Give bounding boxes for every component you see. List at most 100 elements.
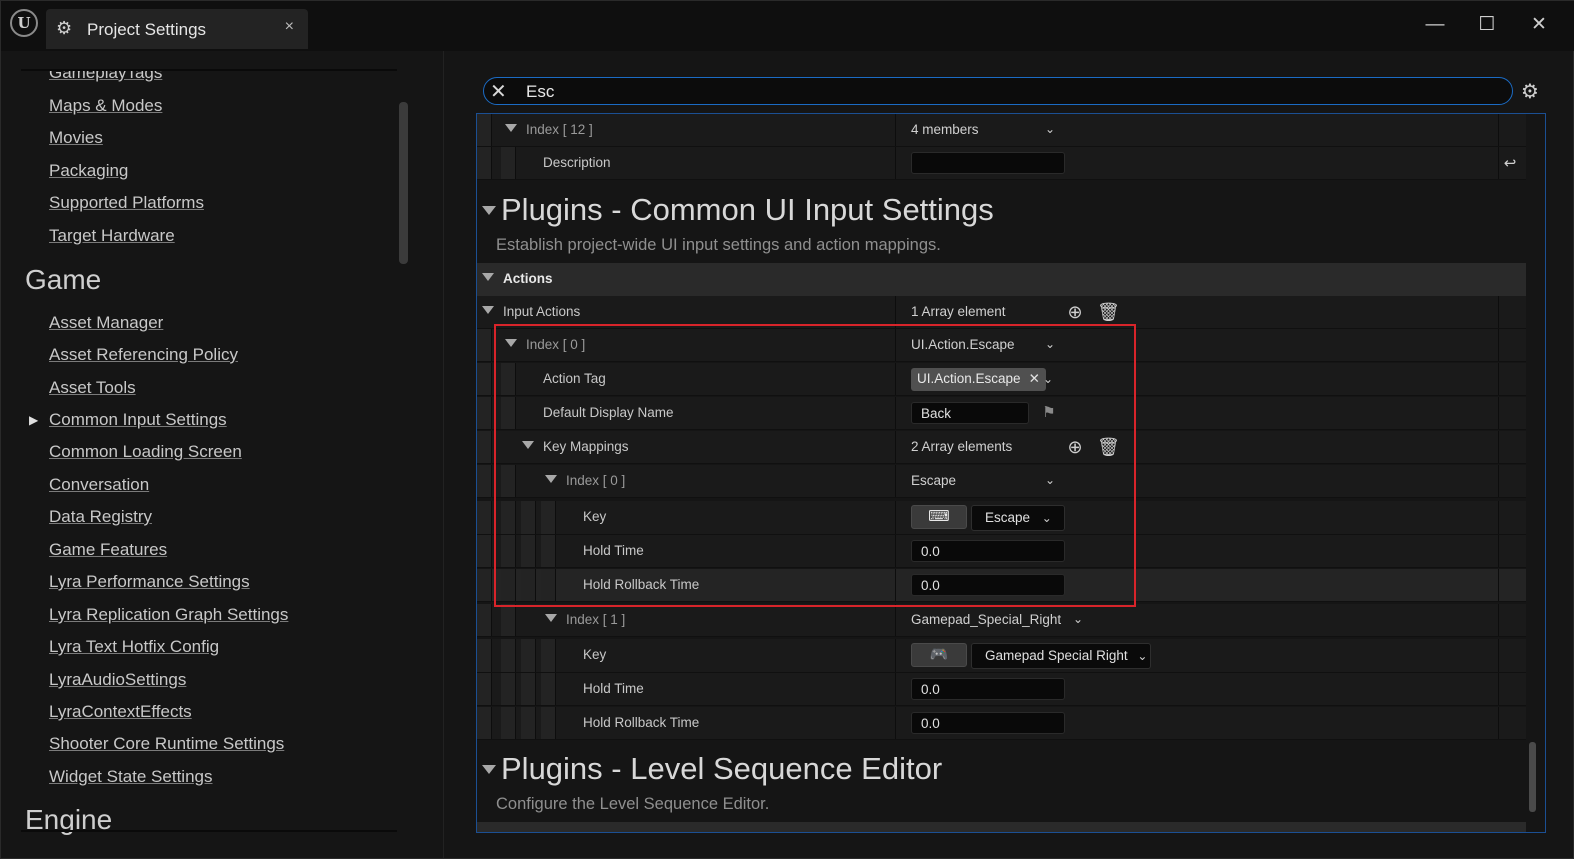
input-actions-expand-icon[interactable] [482, 306, 494, 314]
property-row-km1-key: Key 🎮 Gamepad Special Right ⌄ [477, 639, 1526, 673]
sidebar-item-lyracontexteffects[interactable]: LyraContextEffects [49, 702, 192, 722]
km-index1-dropdown-chevron-icon[interactable]: ⌄ [1073, 612, 1083, 626]
unreal-logo-icon: U [10, 9, 38, 37]
km1-key-selector[interactable]: Gamepad Special Right ⌄ [971, 643, 1151, 669]
sidebar-bottom-divider [21, 830, 397, 832]
tab-close-icon[interactable]: × [285, 18, 294, 36]
sidebar-scrollbar[interactable] [399, 102, 408, 264]
action-tag-chip[interactable]: UI.Action.Escape ✕ [911, 368, 1046, 391]
section-title-level-sequence: Plugins - Level Sequence Editor [501, 751, 943, 786]
sidebar-item-asset-tools[interactable]: Asset Tools [49, 378, 136, 398]
category-actions-label: Actions [503, 271, 553, 286]
property-row-default-display-name: Default Display Name Back ⚑ [477, 397, 1526, 430]
property-row-action-tag: Action Tag UI.Action.Escape ✕ ⌄ [477, 363, 1526, 396]
km1-hold-time-field[interactable]: 0.0 [911, 678, 1065, 700]
property-row-description: Description ↩ [477, 147, 1526, 180]
sidebar-item-asset-referencing-policy[interactable]: Asset Referencing Policy [49, 345, 238, 365]
settings-search-box[interactable]: ✕ [483, 77, 1513, 105]
km-index1-expand-icon[interactable] [545, 614, 557, 622]
description-field[interactable] [911, 152, 1065, 174]
sidebar-item-common-loading-screen[interactable]: Common Loading Screen [49, 442, 242, 462]
expand-triangle-icon[interactable] [505, 124, 517, 132]
property-row-km0-key: Key ⌨ Escape ⌄ [477, 501, 1526, 535]
property-row-km-index0: Index [ 0 ] Escape ⌄ [477, 465, 1526, 498]
clear-search-icon[interactable]: ✕ [490, 79, 507, 104]
property-row-km1-hold-time: Hold Time 0.0 [477, 673, 1526, 706]
property-row-key-mappings: Key Mappings 2 Array elements ⊕ 🗑 [477, 431, 1526, 464]
default-display-name-label: Default Display Name [543, 405, 674, 420]
index12-dropdown-chevron-icon[interactable]: ⌄ [1045, 122, 1055, 136]
km-index0-value[interactable]: Escape [911, 473, 956, 488]
km-index1-value[interactable]: Gamepad_Special_Right [911, 612, 1061, 627]
km1-rollback-field[interactable]: 0.0 [911, 712, 1065, 734]
search-input[interactable] [524, 80, 1488, 104]
sidebar-item-supported-platforms[interactable]: Supported Platforms [49, 193, 204, 213]
km0-hold-time-field[interactable]: 0.0 [911, 540, 1065, 562]
sidebar-item-movies[interactable]: Movies [49, 128, 103, 148]
km-index0-expand-icon[interactable] [545, 475, 557, 483]
delete-key-mappings-icon[interactable]: 🗑 [1097, 436, 1120, 458]
view-options-gear-icon[interactable]: ⚙ [1521, 79, 1539, 104]
km-index0-label: Index [ 0 ] [566, 473, 626, 488]
close-window-button[interactable]: ✕ [1524, 12, 1554, 38]
delete-all-icon[interactable]: 🗑 [1097, 301, 1120, 323]
action-tag-label: Action Tag [543, 371, 606, 386]
km1-key-label: Key [583, 647, 607, 662]
add-key-mapping-icon[interactable]: ⊕ [1064, 436, 1086, 458]
action-index0-label: Index [ 0 ] [526, 337, 586, 352]
default-display-name-field[interactable]: Back [911, 402, 1029, 424]
add-element-icon[interactable]: ⊕ [1064, 301, 1086, 323]
tag-dropdown-chevron-icon[interactable]: ⌄ [1043, 372, 1053, 386]
sidebar-section-game: Game [25, 264, 102, 295]
property-row-km0-rollback: Hold Rollback Time 0.0 [477, 569, 1526, 602]
details-scrollbar[interactable] [1529, 742, 1536, 812]
input-actions-label: Input Actions [503, 304, 581, 319]
sidebar-item-common-input-settings[interactable]: Common Input Settings [49, 410, 227, 430]
sidebar-item-gameplaytags[interactable]: GameplayTags [49, 69, 162, 83]
sidebar-item-widget-state-settings[interactable]: Widget State Settings [49, 767, 212, 787]
sidebar-item-lyra-text-hotfix-config[interactable]: Lyra Text Hotfix Config [49, 637, 219, 657]
gamepad-icon[interactable]: 🎮 [911, 643, 967, 667]
minimize-button[interactable]: — [1420, 12, 1450, 38]
sidebar-item-lyraaudiosettings[interactable]: LyraAudioSettings [49, 670, 186, 690]
category-collapse-icon[interactable] [482, 273, 494, 281]
km0-key-selector[interactable]: Escape ⌄ [971, 505, 1065, 531]
sidebar-item-maps-modes[interactable]: Maps & Modes [49, 96, 162, 116]
key-mappings-label: Key Mappings [543, 439, 629, 454]
sidebar-item-asset-manager[interactable]: Asset Manager [49, 313, 163, 333]
index12-value[interactable]: 4 members [911, 122, 979, 137]
sidebar-item-packaging[interactable]: Packaging [49, 161, 128, 181]
sidebar-item-lyra-performance-settings[interactable]: Lyra Performance Settings [49, 572, 250, 592]
action-index0-value[interactable]: UI.Action.Escape [911, 337, 1015, 352]
project-settings-window: U ⚙ Project Settings × — ☐ ✕ GameplayTag… [0, 0, 1574, 859]
section-desc-level-sequence: Configure the Level Sequence Editor. [496, 795, 770, 813]
sidebar-item-shooter-core-runtime-settings[interactable]: Shooter Core Runtime Settings [49, 734, 284, 754]
tab-project-settings[interactable]: ⚙ Project Settings × [46, 9, 308, 49]
index0-expand-icon[interactable] [505, 339, 517, 347]
category-actions[interactable]: Actions [477, 263, 1526, 296]
key-mappings-expand-icon[interactable] [522, 441, 534, 449]
maximize-button[interactable]: ☐ [1472, 12, 1502, 38]
sidebar-item-game-features[interactable]: Game Features [49, 540, 167, 560]
sidebar-item-conversation[interactable]: Conversation [49, 475, 149, 495]
km-index0-dropdown-chevron-icon[interactable]: ⌄ [1045, 473, 1055, 487]
km1-rollback-label: Hold Rollback Time [583, 715, 700, 730]
km0-key-label: Key [583, 509, 607, 524]
km1-key-value: Gamepad Special Right [985, 648, 1128, 663]
description-label: Description [543, 155, 611, 170]
section-collapse-triangle-icon[interactable] [482, 206, 496, 215]
index0-dropdown-chevron-icon[interactable]: ⌄ [1045, 337, 1055, 351]
localization-flag-icon[interactable]: ⚑ [1038, 402, 1060, 424]
sidebar-item-data-registry[interactable]: Data Registry [49, 507, 152, 527]
km0-rollback-field[interactable]: 0.0 [911, 574, 1065, 596]
property-row-km1-rollback: Hold Rollback Time 0.0 [477, 707, 1526, 740]
km-index1-label: Index [ 1 ] [566, 612, 626, 627]
keyboard-icon[interactable]: ⌨ [911, 505, 967, 529]
section-collapse-triangle-icon[interactable] [482, 765, 496, 774]
sidebar-item-target-hardware[interactable]: Target Hardware [49, 226, 175, 246]
sidebar-item-lyra-replication-graph-settings[interactable]: Lyra Replication Graph Settings [49, 605, 288, 625]
settings-gear-icon: ⚙ [56, 18, 73, 38]
remove-tag-icon[interactable]: ✕ [1029, 371, 1040, 386]
settings-sidebar: GameplayTags Maps & Modes Movies Packagi… [1, 51, 444, 858]
reset-to-default-icon[interactable]: ↩ [1499, 153, 1521, 175]
